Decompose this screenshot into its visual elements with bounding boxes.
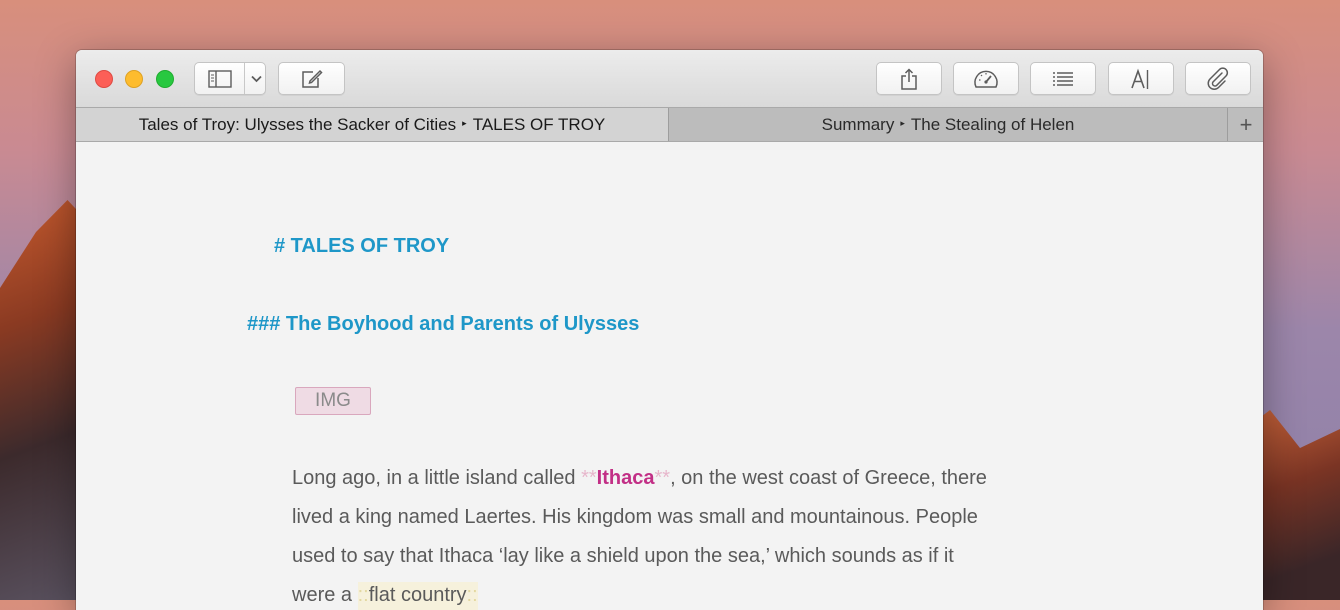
statistics-button[interactable]: [953, 62, 1019, 95]
heading-3: ### The Boyhood and Parents of Ulysses: [247, 313, 640, 335]
paragraph-line-3: used to say that Ithaca ‘lay like a shie…: [292, 545, 954, 567]
speedometer-icon: [974, 70, 998, 88]
typography-button[interactable]: [1108, 62, 1174, 95]
tab-bar: Tales of Troy: Ulysses the Sacker of Cit…: [76, 107, 1263, 142]
highlight-marker: ::: [357, 584, 369, 606]
sidebar-menu-button[interactable]: [245, 63, 267, 94]
font-icon: [1131, 68, 1149, 89]
sidebar-toggle-button[interactable]: [195, 63, 244, 94]
tab-stealing-of-helen[interactable]: Summary ▸ The Stealing of Helen: [669, 108, 1227, 141]
paragraph-line-2: lived a king named Laertes. His kingdom …: [292, 506, 978, 528]
sidebar-segmented-control: [194, 62, 266, 95]
strong-marker: **: [581, 467, 597, 489]
path-separator: ▸: [462, 118, 467, 128]
text-run: , on the west coast of Greece, there: [670, 467, 987, 489]
heading-1: # TALES OF TROY: [274, 235, 450, 257]
tab-title: The Stealing of Helen: [910, 114, 1075, 134]
strong-marker: **: [654, 467, 671, 489]
share-icon: [901, 67, 917, 90]
tab-path: Tales of Troy: Ulysses the Sacker of Cit…: [138, 114, 457, 134]
app-window: Tales of Troy: Ulysses the Sacker of Cit…: [76, 50, 1263, 610]
close-window-button[interactable]: [95, 70, 113, 88]
new-tab-button[interactable]: +: [1227, 108, 1263, 141]
sidebar-icon: [207, 69, 232, 88]
plus-icon: +: [1239, 111, 1253, 137]
path-separator: ▸: [900, 118, 905, 128]
highlight-text: flat country: [368, 584, 467, 606]
paperclip-icon: [1207, 66, 1229, 90]
editor-area[interactable]: # TALES OF TROY ### The Boyhood and Pare…: [76, 142, 1263, 610]
share-button[interactable]: [876, 62, 942, 95]
image-tag[interactable]: IMG: [295, 387, 371, 415]
chevron-down-icon: [250, 75, 262, 82]
paragraph-line-1: Long ago, in a little island called **It…: [292, 467, 987, 490]
tab-path: Summary: [821, 114, 895, 134]
list-icon: [1053, 71, 1073, 86]
highlight-marker: ::: [466, 584, 478, 606]
compose-button[interactable]: [278, 62, 345, 95]
compose-icon: [301, 69, 323, 88]
title-bar: [76, 50, 1263, 107]
zoom-window-button[interactable]: [156, 70, 174, 88]
text-run: Long ago, in a little island called: [292, 467, 582, 489]
minimize-window-button[interactable]: [125, 70, 143, 88]
strong-text: Ithaca: [596, 467, 655, 489]
text-run: were a: [292, 584, 358, 606]
tab-tales-of-troy[interactable]: Tales of Troy: Ulysses the Sacker of Cit…: [76, 108, 669, 141]
highlight: ::flat country::: [357, 582, 478, 610]
tab-title: TALES OF TROY: [472, 114, 606, 134]
outline-button[interactable]: [1030, 62, 1096, 95]
paragraph-line-4: were a ::flat country::: [292, 582, 478, 610]
attachments-button[interactable]: [1185, 62, 1251, 95]
